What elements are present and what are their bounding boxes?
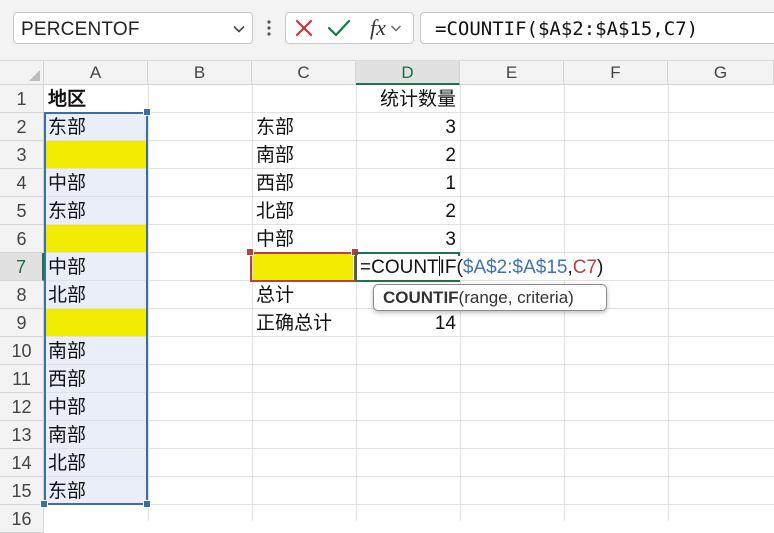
column-header-g[interactable]: G [668, 61, 774, 85]
grid-line [148, 85, 149, 521]
grid-line [44, 476, 774, 477]
grid-line [44, 504, 774, 505]
grid-line [668, 85, 669, 521]
cell-c8[interactable]: 总计 [256, 281, 294, 309]
cell-d9[interactable]: 14 [356, 309, 456, 337]
row-header-16[interactable]: 16 [0, 505, 44, 533]
cell-reference-text: C7 [572, 257, 598, 278]
cell-d3[interactable]: 2 [356, 141, 456, 169]
cell-d5[interactable]: 2 [356, 197, 456, 225]
cell-d2[interactable]: 3 [356, 113, 456, 141]
cell-a1[interactable]: 地区 [48, 85, 86, 113]
row-header-5[interactable]: 5 [0, 197, 44, 225]
formula-bar: PERCENTOF fx =COUNTIF($A$2:$A$15,C7) [0, 0, 774, 60]
cell-c9[interactable]: 正确总计 [256, 309, 332, 337]
grid-line [252, 85, 253, 521]
fx-chevron-down-icon [390, 25, 401, 32]
column-header-e[interactable]: E [460, 61, 564, 85]
cell-d1[interactable]: 统计数量 [356, 85, 456, 113]
row-header-2[interactable]: 2 [0, 113, 44, 141]
cancel-x-icon[interactable] [292, 13, 316, 43]
row-header-12[interactable]: 12 [0, 393, 44, 421]
chevron-down-icon[interactable] [232, 22, 246, 36]
cell-c6[interactable]: 中部 [256, 225, 294, 253]
row-header-10[interactable]: 10 [0, 337, 44, 365]
row-header-1[interactable]: 1 [0, 85, 44, 113]
row-header-9[interactable]: 9 [0, 309, 44, 337]
row-header-11[interactable]: 11 [0, 365, 44, 393]
column-header-f[interactable]: F [564, 61, 668, 85]
formula-text: =COUNTIF($A$2:$A$15,C7) [435, 18, 699, 40]
cell-d6[interactable]: 3 [356, 225, 456, 253]
range-reference-text: $A$2:$A$15 [462, 257, 568, 278]
formula-buttons: fx [285, 12, 414, 44]
select-all-button[interactable] [0, 61, 44, 85]
column-header-d[interactable]: D [356, 61, 460, 85]
row-header-13[interactable]: 13 [0, 421, 44, 449]
cell-d4[interactable]: 1 [356, 169, 456, 197]
cell-c3[interactable]: 南部 [256, 141, 294, 169]
range-handle[interactable] [143, 500, 151, 508]
formula-part: ) [597, 257, 604, 278]
range-reference-border [44, 112, 148, 505]
row-header-3[interactable]: 3 [0, 141, 44, 169]
tooltip-function-name[interactable]: COUNTIF [383, 288, 459, 307]
cell-c2[interactable]: 东部 [256, 113, 294, 141]
formula-part: =COUNT [360, 257, 439, 278]
name-box-value: PERCENTOF [21, 19, 140, 40]
fx-label: fx [370, 15, 386, 40]
cell-c4[interactable]: 西部 [256, 169, 294, 197]
range-handle[interactable] [143, 108, 151, 116]
reference-handle[interactable] [246, 248, 254, 256]
row-header-7[interactable]: 7 [0, 253, 44, 281]
formula-input[interactable]: =COUNTIF($A$2:$A$15,C7) [420, 12, 774, 44]
tooltip-args: (range, criteria) [458, 288, 574, 307]
grid-line [44, 392, 774, 393]
cell-edit-formula[interactable]: =COUNTIF($A$2:$A$15,C7) [360, 256, 604, 280]
grid-line [44, 364, 774, 365]
column-header-b[interactable]: B [148, 61, 252, 85]
grid-line [44, 420, 774, 421]
row-header-4[interactable]: 4 [0, 169, 44, 197]
row-header-8[interactable]: 8 [0, 281, 44, 309]
insert-function-icon[interactable]: fx [362, 13, 410, 43]
range-handle[interactable] [40, 500, 48, 508]
more-vertical-icon[interactable] [262, 16, 276, 40]
row-header-14[interactable]: 14 [0, 449, 44, 477]
cell-c5[interactable]: 北部 [256, 197, 294, 225]
row-header-15[interactable]: 15 [0, 477, 44, 505]
column-header-a[interactable]: A [44, 61, 148, 85]
name-box[interactable]: PERCENTOF [13, 12, 253, 44]
cell-reference-border-c7 [250, 252, 356, 282]
column-header-c[interactable]: C [252, 61, 356, 85]
grid-line [44, 448, 774, 449]
row-header-6[interactable]: 6 [0, 225, 44, 253]
formula-part: IF( [439, 257, 463, 278]
function-tooltip[interactable]: COUNTIF(range, criteria) [373, 284, 607, 311]
enter-check-icon[interactable] [326, 13, 352, 43]
